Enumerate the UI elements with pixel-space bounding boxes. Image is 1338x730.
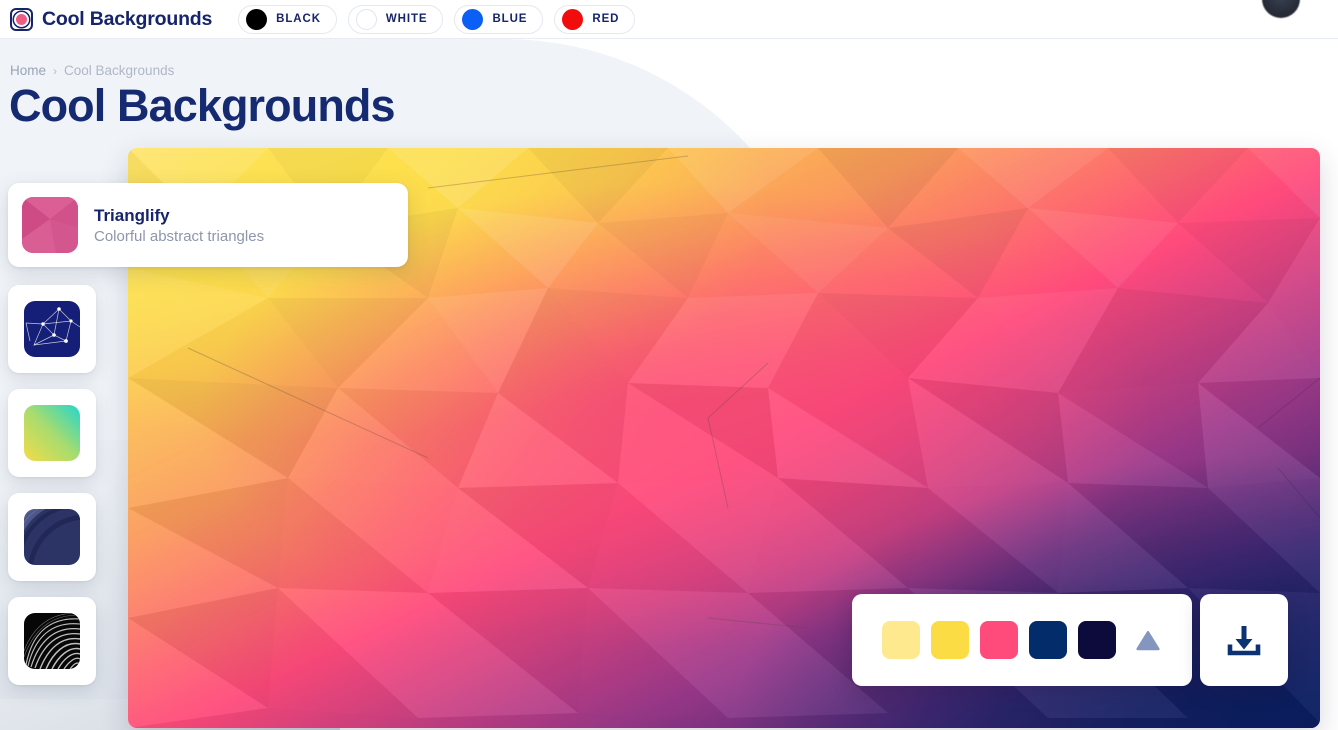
color-filter-group: BLACK WHITE BLUE RED	[238, 4, 636, 34]
avatar[interactable]	[1262, 0, 1300, 18]
top-navigation-bar: Cool Backgrounds BLACK WHITE BLUE RED	[0, 0, 1338, 39]
color-filter-label: BLACK	[276, 13, 321, 25]
color-palette-toolbar	[852, 594, 1192, 686]
brand-title: Cool Backgrounds	[42, 7, 213, 30]
swatch-light-yellow[interactable]	[882, 621, 920, 659]
color-dot-icon	[562, 8, 584, 30]
color-filter-black[interactable]: BLACK	[238, 4, 337, 34]
download-icon	[1227, 626, 1261, 656]
color-filter-label: RED	[592, 13, 620, 25]
thumbnail-moire[interactable]	[8, 597, 96, 685]
pattern-name: Trianglify	[94, 205, 170, 225]
thumbnail-particles[interactable]	[8, 285, 96, 373]
moire-thumbnail	[24, 613, 80, 669]
particles-thumbnail	[24, 301, 80, 357]
target-circle-icon	[10, 7, 33, 31]
color-filter-white[interactable]: WHITE	[347, 4, 444, 34]
brand-link[interactable]: Cool Backgrounds	[0, 7, 213, 31]
page-title: Cool Backgrounds	[9, 80, 396, 131]
trianglify-thumbnail-art	[22, 197, 78, 253]
triangle-up-icon[interactable]	[1133, 625, 1162, 655]
color-filter-blue[interactable]: BLUE	[454, 4, 544, 34]
app-root: Cool Backgrounds BLACK WHITE BLUE RED Ho	[0, 0, 1338, 730]
gradient-thumbnail	[24, 405, 80, 461]
color-filter-label: BLUE	[492, 13, 528, 25]
color-dot-icon	[246, 8, 268, 30]
thumbnail-gradient[interactable]	[8, 389, 96, 477]
swatch-dark-navy[interactable]	[1078, 621, 1116, 659]
pattern-info-card[interactable]: Trianglify Colorful abstract triangles	[8, 183, 408, 267]
color-dot-icon	[355, 8, 377, 30]
trianglify-thumbnail	[22, 197, 78, 253]
thumbnail-arcs[interactable]	[8, 493, 96, 581]
pattern-description: Colorful abstract triangles	[94, 227, 265, 245]
color-filter-red[interactable]: RED	[554, 4, 636, 34]
breadcrumb: Home › Cool Backgrounds	[10, 63, 174, 78]
pattern-info-text: Trianglify Colorful abstract triangles	[94, 206, 264, 245]
breadcrumb-separator-icon: ›	[53, 63, 58, 78]
color-dot-icon	[462, 8, 484, 30]
swatch-yellow[interactable]	[931, 621, 969, 659]
download-button[interactable]	[1200, 594, 1288, 686]
breadcrumb-current: Cool Backgrounds	[64, 63, 175, 78]
breadcrumb-home[interactable]: Home	[10, 63, 46, 78]
arcs-thumbnail	[24, 509, 80, 565]
swatch-pink[interactable]	[980, 621, 1018, 659]
pattern-thumbnail-rail	[8, 285, 96, 685]
swatch-navy[interactable]	[1029, 621, 1067, 659]
color-filter-label: WHITE	[385, 13, 428, 25]
